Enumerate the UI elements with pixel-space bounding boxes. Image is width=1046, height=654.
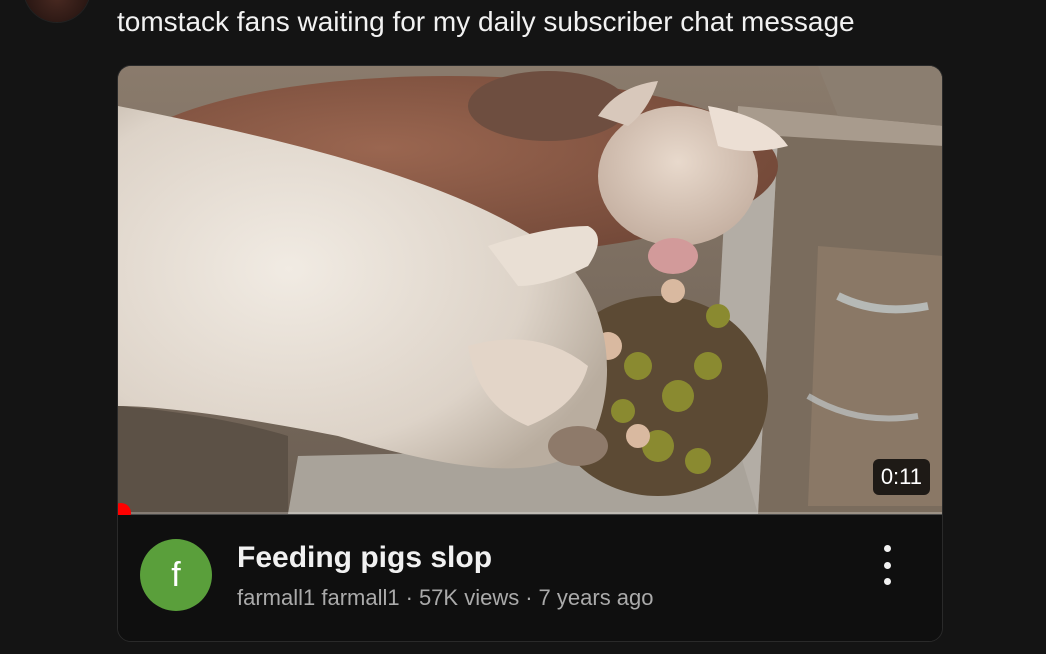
more-vert-icon[interactable] bbox=[874, 545, 900, 585]
meta-separator: · bbox=[525, 585, 533, 610]
kebab-dot bbox=[883, 561, 891, 569]
video-info: f Feeding pigs slop farmall1 farmall1 · 57… bbox=[118, 515, 942, 641]
channel-name[interactable]: farmall1 farmall1 bbox=[237, 585, 400, 610]
video-thumbnail[interactable]: 0:11 bbox=[118, 66, 942, 514]
video-card[interactable]: 0:11 f Feeding pigs slop farmall1 farmal… bbox=[117, 65, 943, 642]
channel-avatar[interactable]: f bbox=[140, 539, 212, 611]
view-count: 57K views bbox=[418, 585, 520, 610]
kebab-dot bbox=[883, 578, 891, 585]
video-duration-badge: 0:11 bbox=[872, 459, 930, 495]
kebab-dot bbox=[883, 545, 891, 552]
poster-avatar[interactable] bbox=[24, 0, 90, 22]
pigs-thumbnail-image bbox=[118, 66, 942, 514]
video-metadata: farmall1 farmall1 · 57K views · 7 years ago bbox=[237, 583, 654, 613]
channel-initial: f bbox=[171, 555, 181, 594]
upload-age: 7 years ago bbox=[538, 585, 654, 610]
post-text: tomstack fans waiting for my daily subsc… bbox=[117, 6, 855, 37]
meta-separator: · bbox=[405, 585, 413, 610]
video-title[interactable]: Feeding pigs slop bbox=[237, 539, 492, 577]
